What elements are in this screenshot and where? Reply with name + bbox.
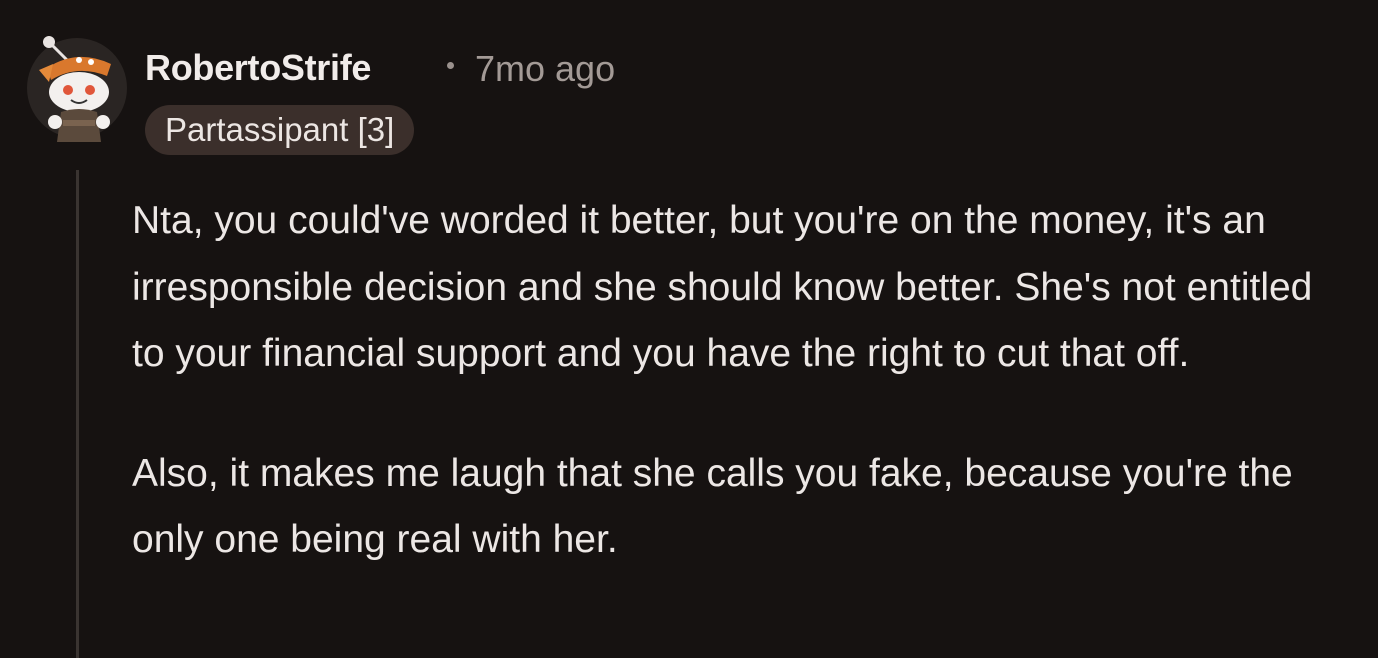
- comment-paragraph: Also, it makes me laugh that she calls y…: [132, 451, 1293, 562]
- comment-body: Nta, you could've worded it better, but …: [132, 188, 1352, 574]
- comment-author[interactable]: RobertoStrife: [145, 47, 371, 89]
- thread-line[interactable]: [76, 170, 79, 658]
- snoo-avatar-icon: [39, 36, 111, 142]
- user-flair: Partassipant [3]: [145, 105, 415, 155]
- comment-paragraph: Nta, you could've worded it better, but …: [132, 199, 1313, 375]
- user-avatar[interactable]: [27, 36, 127, 142]
- comment-timestamp[interactable]: 7mo ago: [475, 48, 615, 90]
- separator-dot: [447, 62, 454, 69]
